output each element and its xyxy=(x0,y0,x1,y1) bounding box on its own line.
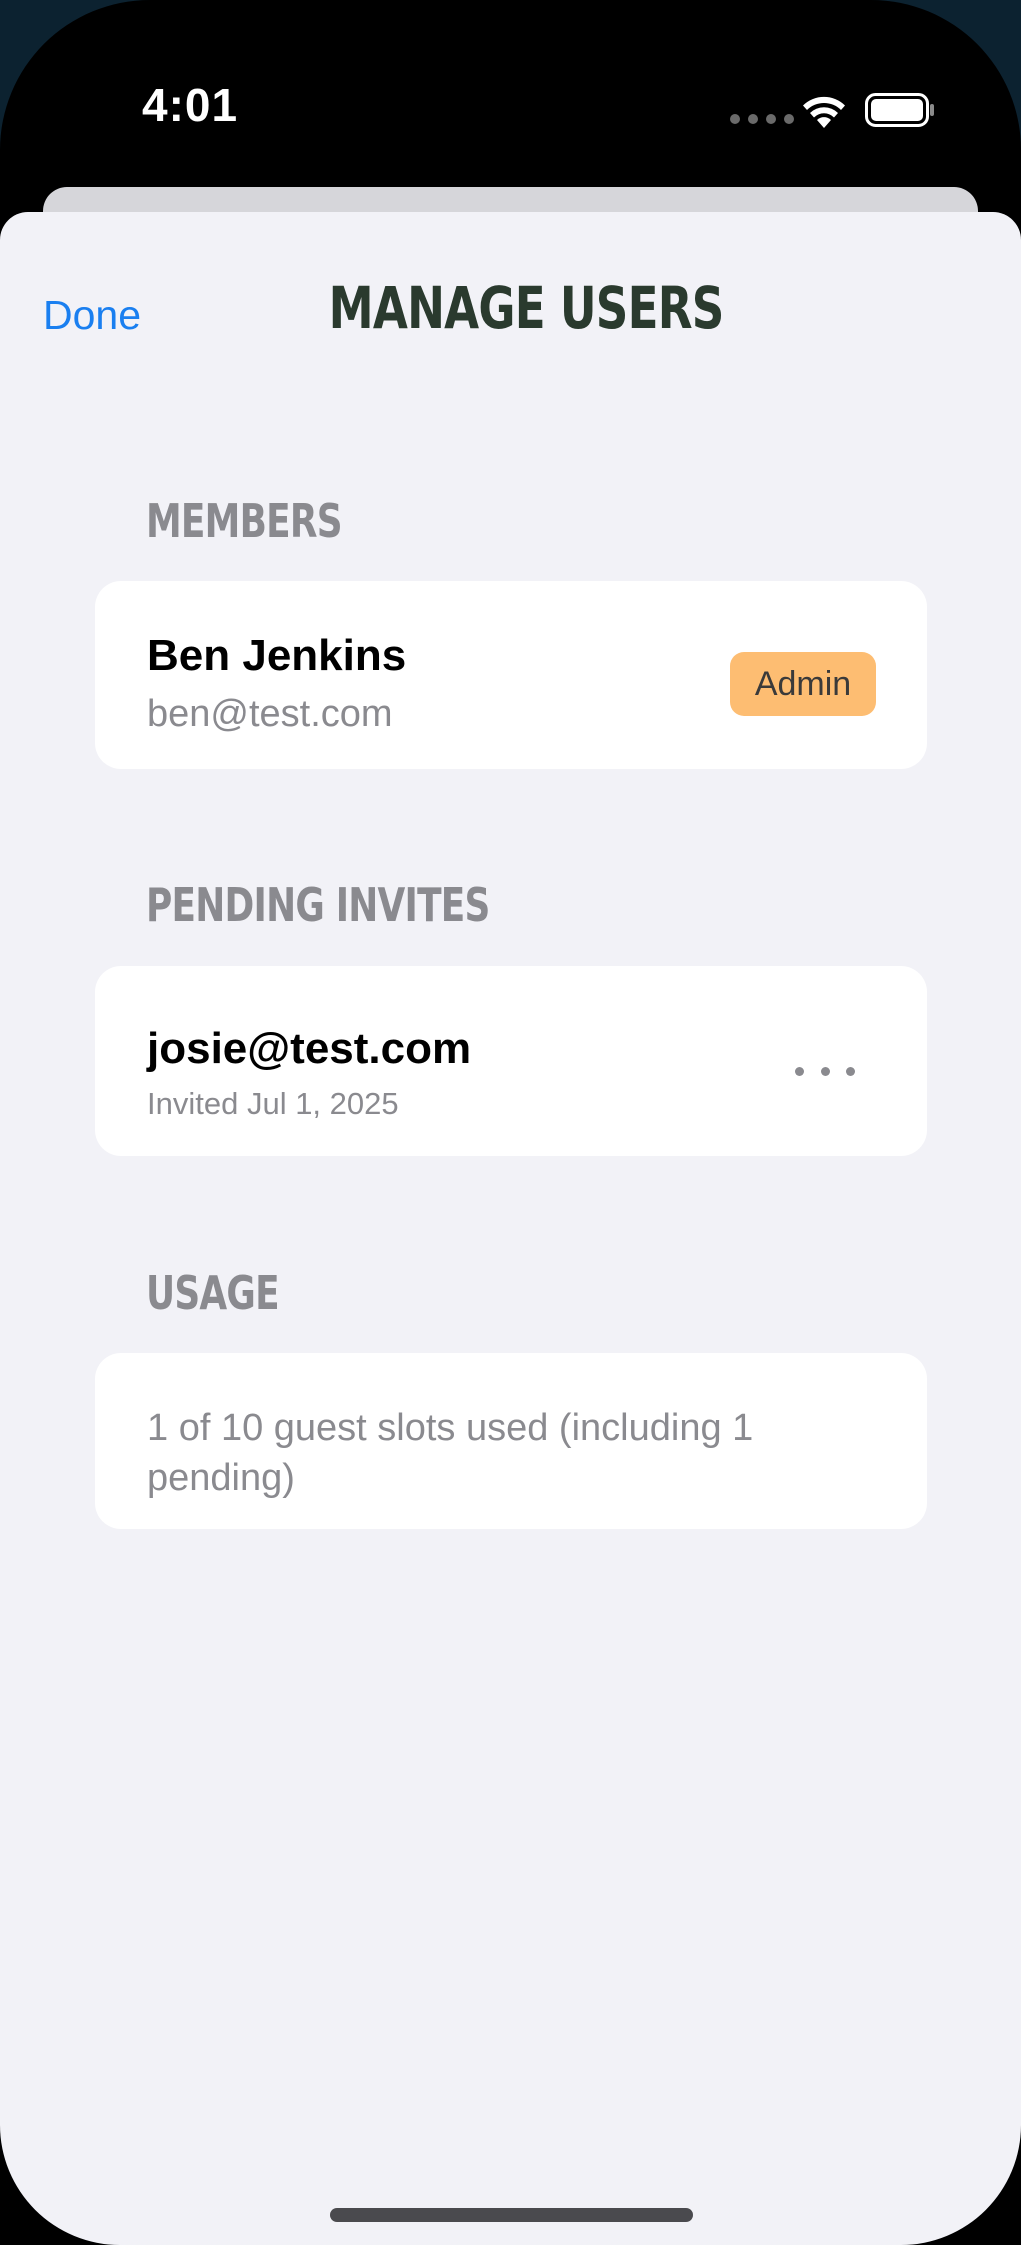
phone-screen: 4:01 Done MANAGE USERS MEMBERS Ben Jenki… xyxy=(0,0,1021,2245)
usage-text: 1 of 10 guest slots used (including 1 pe… xyxy=(147,1407,754,1499)
more-options-icon[interactable] xyxy=(795,1056,855,1086)
page-title: MANAGE USERS xyxy=(328,274,725,342)
battery-icon xyxy=(865,93,934,127)
manage-users-sheet: Done MANAGE USERS MEMBERS Ben Jenkins be… xyxy=(0,212,1021,2245)
member-name: Ben Jenkins xyxy=(147,631,407,680)
invite-email: josie@test.com xyxy=(147,1024,472,1073)
pending-invites-section-header: PENDING INVITES xyxy=(146,878,490,932)
nav-bar: Done MANAGE USERS xyxy=(0,212,1021,412)
member-row[interactable]: Ben Jenkins ben@test.com Admin xyxy=(95,581,927,769)
invite-date: Invited Jul 1, 2025 xyxy=(147,1086,399,1121)
status-time: 4:01 xyxy=(142,79,239,131)
members-section-header: MEMBERS xyxy=(146,494,343,548)
usage-section-header: USAGE xyxy=(146,1266,280,1320)
cellular-signal-icon xyxy=(730,114,794,124)
status-bar: 4:01 xyxy=(0,0,1021,190)
usage-card: 1 of 10 guest slots used (including 1 pe… xyxy=(95,1353,927,1529)
member-email: ben@test.com xyxy=(147,693,393,735)
wifi-icon xyxy=(803,96,845,128)
home-indicator[interactable] xyxy=(330,2208,693,2222)
admin-role-badge: Admin xyxy=(730,652,876,716)
invite-row: josie@test.com Invited Jul 1, 2025 xyxy=(95,966,927,1156)
